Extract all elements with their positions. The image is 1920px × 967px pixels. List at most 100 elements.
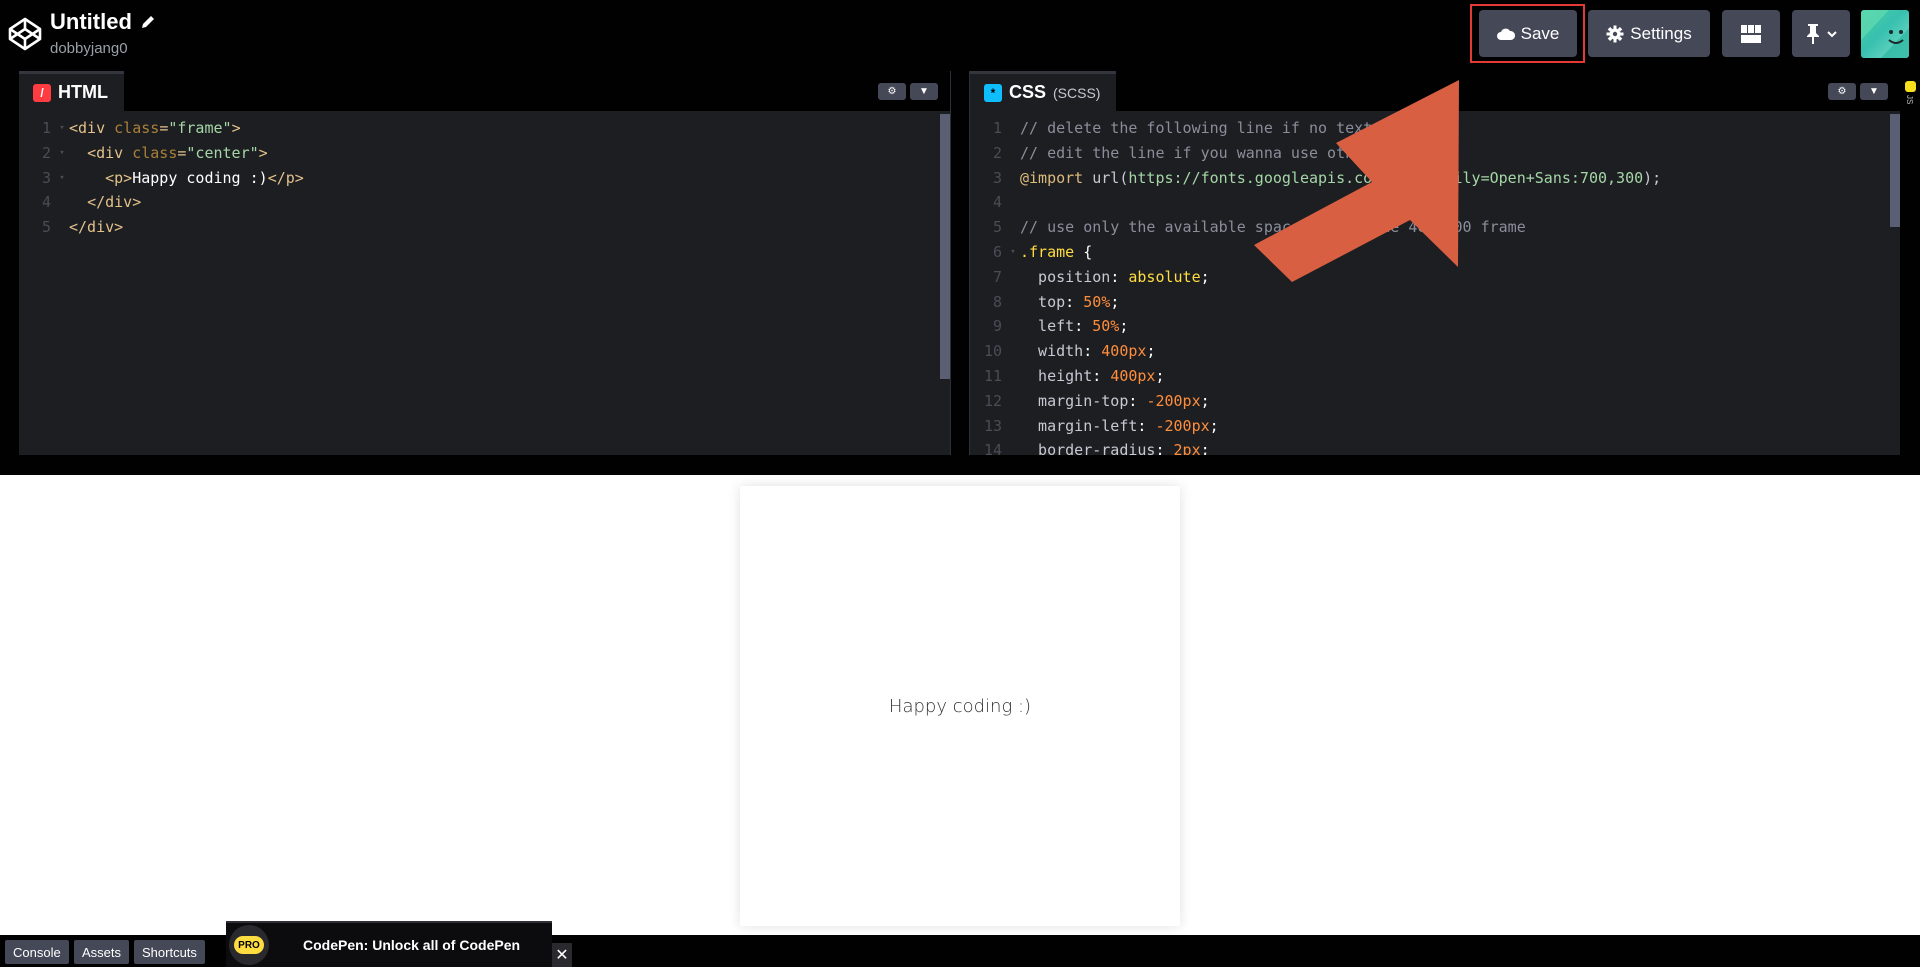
css-code-line[interactable]: 13 margin-left: -200px;: [970, 414, 1890, 439]
pin-menu-button[interactable]: [1792, 10, 1850, 57]
gear-icon: [1606, 25, 1624, 42]
html-tab-bar: / HTML ⚙ ▼: [19, 71, 950, 111]
fold-toggle-icon: [1006, 215, 1020, 240]
settings-button[interactable]: Settings: [1588, 10, 1710, 57]
fold-toggle-icon: [1006, 314, 1020, 339]
line-number: 11: [983, 366, 1002, 385]
preview-resize-bar[interactable]: [0, 455, 1920, 475]
annotation-arrow-icon: [1254, 80, 1459, 282]
preview-area: Happy coding :): [0, 475, 1920, 935]
html-code-line[interactable]: 4 </div>: [19, 190, 940, 215]
html-code-editor[interactable]: 1 ▾ <div class="frame"> 2 ▾ <div class="cent…: [19, 116, 940, 240]
html-collapse-button[interactable]: ▼: [910, 83, 938, 100]
css-scroll-thumb[interactable]: [1890, 114, 1900, 227]
left-rail: [0, 71, 19, 455]
code-text: left: 50%;: [1020, 317, 1129, 336]
line-number: 5: [992, 218, 1002, 237]
css-tab[interactable]: * CSS (SCSS): [970, 71, 1117, 111]
css-tab-label: CSS: [1009, 82, 1047, 102]
line-number: 4: [41, 193, 51, 212]
fold-toggle-icon[interactable]: ▾: [55, 116, 69, 141]
pro-badge: PRO: [229, 925, 269, 965]
fold-toggle-icon[interactable]: ▾: [55, 166, 69, 191]
code-text: top: 50%;: [1020, 292, 1120, 311]
user-avatar[interactable]: [1861, 10, 1909, 58]
css-code-line[interactable]: 10 width: 400px;: [970, 339, 1890, 364]
console-button[interactable]: Console: [5, 940, 69, 964]
line-number: 12: [983, 391, 1002, 410]
code-text: width: 400px;: [1020, 342, 1156, 361]
fold-toggle-icon[interactable]: ▾: [1006, 240, 1020, 265]
css-code-line[interactable]: 8 top: 50%;: [970, 290, 1890, 315]
html-code-line[interactable]: 3 ▾ <p>Happy coding :)</p>: [19, 166, 940, 191]
save-button-label: Save: [1520, 23, 1560, 43]
line-number: 13: [983, 416, 1002, 435]
line-number: 3: [992, 168, 1002, 187]
html-settings-button[interactable]: ⚙: [878, 83, 906, 100]
chevron-down-icon: [1827, 30, 1837, 37]
gear-icon: ⚙: [887, 86, 897, 97]
line-number: 3: [41, 168, 51, 187]
fold-toggle-icon: [1006, 364, 1020, 389]
css-code-line[interactable]: 9 left: 50%;: [970, 314, 1890, 339]
html-scroll-thumb[interactable]: [940, 114, 950, 379]
html-scrollbar[interactable]: [940, 111, 950, 455]
css-collapse-button[interactable]: ▼: [1860, 83, 1888, 100]
codepen-logo-icon[interactable]: [7, 16, 43, 52]
change-view-button[interactable]: [1722, 10, 1780, 57]
chevron-down-icon: ▼: [919, 86, 929, 97]
html-code-line[interactable]: 5 </div>: [19, 215, 940, 240]
html-slash-icon: /: [33, 83, 51, 102]
css-tab-preprocessor: (SCSS): [1053, 84, 1101, 101]
css-code-line[interactable]: 11 height: 400px;: [970, 364, 1890, 389]
fold-toggle-icon: [1006, 414, 1020, 439]
pen-title-text[interactable]: Untitled: [50, 9, 132, 35]
line-number: 4: [992, 193, 1002, 212]
js-collapsed-label: JS: [1905, 95, 1914, 105]
fold-toggle-icon: [1006, 141, 1020, 166]
promo-text[interactable]: CodePen: Unlock all of CodePen: [303, 937, 520, 953]
close-icon[interactable]: ✕: [552, 943, 572, 967]
pro-badge-label: PRO: [234, 936, 264, 954]
shortcuts-button[interactable]: Shortcuts: [134, 940, 205, 964]
js-collapsed-rail[interactable]: JS: [1900, 71, 1920, 455]
pen-title[interactable]: Untitled: [50, 9, 156, 35]
pen-title-block: Untitled dobbyjang0: [50, 9, 156, 57]
code-text: .frame {: [1020, 242, 1093, 261]
line-number: 9: [992, 317, 1002, 336]
pencil-icon[interactable]: [140, 14, 156, 30]
pane-resize-divider[interactable]: [950, 71, 970, 455]
html-code-line[interactable]: 2 ▾ <div class="center">: [19, 141, 940, 166]
fold-toggle-icon[interactable]: ▾: [55, 141, 69, 166]
fold-toggle-icon: [1006, 166, 1020, 191]
line-number: 2: [992, 143, 1002, 162]
code-text: margin-top: -200px;: [1020, 391, 1210, 410]
code-text: <p>Happy coding :)</p>: [105, 168, 304, 187]
css-scrollbar[interactable]: [1890, 111, 1900, 455]
save-button[interactable]: Save: [1479, 10, 1577, 57]
pro-promo-banner[interactable]: PRO CodePen: Unlock all of CodePen: [226, 921, 552, 967]
line-number: 6: [992, 242, 1002, 261]
line-number: 1: [992, 119, 1002, 137]
assets-button[interactable]: Assets: [74, 940, 130, 964]
css-asterisk-icon: *: [984, 83, 1002, 102]
preview-frame: Happy coding :): [740, 486, 1180, 926]
fold-toggle-icon: [55, 215, 69, 240]
username[interactable]: dobbyjang0: [50, 40, 156, 57]
code-text: <div class="frame">: [69, 119, 241, 137]
css-code-line[interactable]: 12 margin-top: -200px;: [970, 389, 1890, 414]
code-text: </div>: [87, 193, 142, 212]
code-text: position: absolute;: [1020, 267, 1210, 286]
html-tab[interactable]: / HTML: [19, 71, 124, 111]
line-number: 5: [41, 218, 51, 237]
line-number: 10: [983, 342, 1002, 361]
fold-toggle-icon: [1006, 389, 1020, 414]
css-settings-button[interactable]: ⚙: [1828, 83, 1856, 100]
editor-area: / HTML ⚙ ▼ 1 ▾ <div class="frame"> 2 ▾ <div …: [0, 71, 1920, 459]
html-code-line[interactable]: 1 ▾ <div class="frame">: [19, 116, 940, 141]
cloud-icon: [1496, 28, 1515, 40]
code-text: height: 400px;: [1020, 366, 1165, 385]
code-text: <div class="center">: [87, 143, 268, 162]
chevron-down-icon: ▼: [1869, 86, 1879, 97]
pin-icon: [1807, 23, 1819, 44]
